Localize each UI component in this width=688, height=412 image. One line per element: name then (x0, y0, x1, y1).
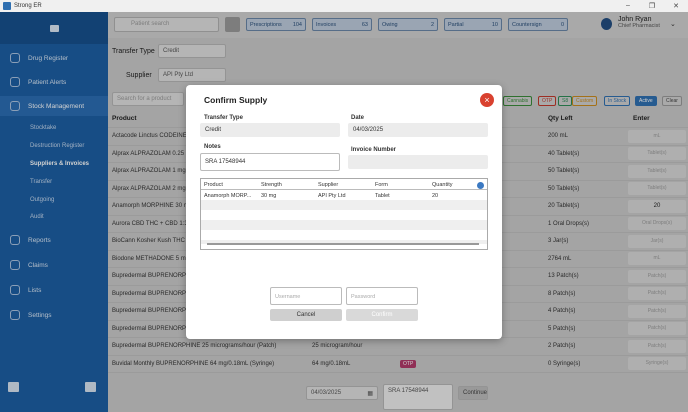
maximize-button[interactable]: ❐ (640, 2, 664, 10)
dialog-invoice-label: Invoice Number (351, 147, 397, 153)
grid-row[interactable]: Anamorph MORP... 30 mg API Pty Ltd Table… (201, 190, 487, 200)
dialog-transfer-type-label: Transfer Type (204, 115, 243, 121)
app-logo-icon (3, 2, 11, 10)
cancel-button[interactable]: Cancel (270, 309, 342, 321)
minimize-button[interactable]: – (616, 2, 640, 10)
dialog-date-value: 04/03/2025 (348, 123, 488, 137)
grid-settings-icon[interactable] (477, 182, 484, 189)
window-title: Strong ER (14, 3, 42, 9)
confirm-supply-dialog: Confirm Supply × Transfer Type Credit Da… (186, 85, 502, 339)
confirm-button[interactable]: Confirm (346, 309, 418, 321)
dialog-title: Confirm Supply (204, 95, 268, 105)
grid-scrollbar[interactable] (207, 243, 479, 245)
dialog-transfer-type-value: Credit (200, 123, 340, 137)
dialog-invoice-field[interactable] (348, 155, 488, 169)
username-input[interactable]: Username (270, 287, 342, 305)
dialog-notes-field[interactable]: SRA 17548944 (200, 153, 340, 171)
close-icon[interactable]: × (480, 93, 494, 107)
dialog-date-label: Date (351, 115, 365, 121)
close-window-button[interactable]: ✕ (664, 2, 688, 10)
password-input[interactable]: Password (346, 287, 418, 305)
grid-header: Product Strength Supplier Form Quantity (201, 179, 487, 190)
grid-empty-row (201, 200, 487, 210)
supply-grid: Product Strength Supplier Form Quantity … (200, 178, 488, 250)
dialog-notes-label: Notes (204, 144, 221, 150)
grid-empty-row (201, 220, 487, 230)
title-bar: Strong ER – ❐ ✕ (0, 0, 688, 12)
